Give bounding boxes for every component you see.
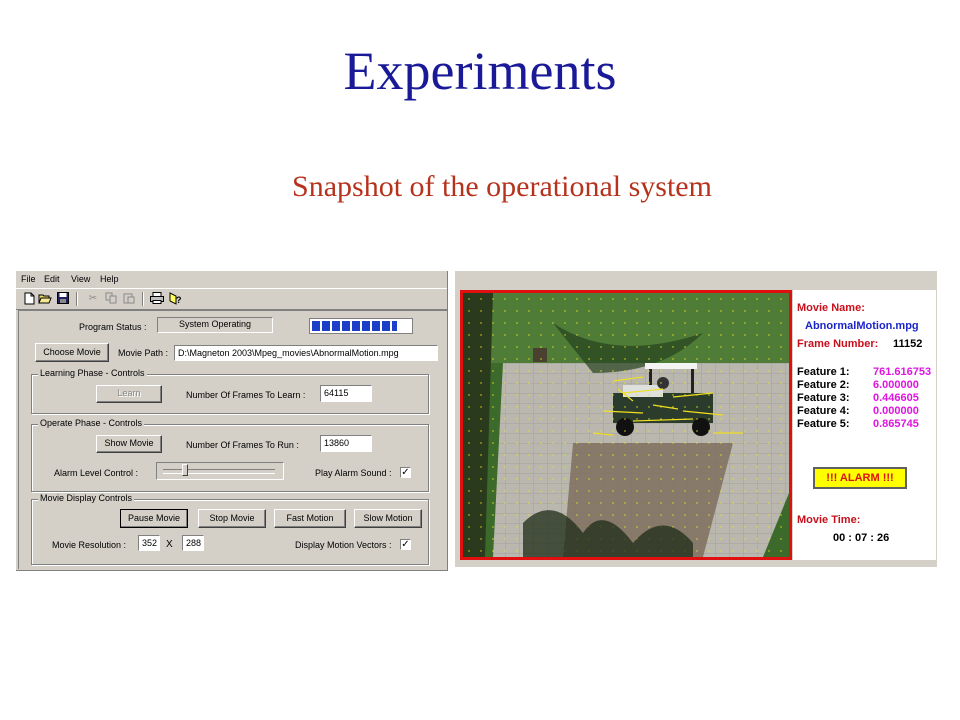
feature-5-value: 0.865745 (873, 418, 919, 430)
motion-vectors-label: Display Motion Vectors : (295, 540, 392, 550)
movie-time-label: Movie Time: (797, 514, 861, 526)
frame-number-label: Frame Number: (797, 338, 879, 350)
frame-number-value: 11152 (893, 338, 923, 350)
resolution-width-field[interactable]: 352 (138, 535, 160, 551)
toolbar-separator (142, 292, 144, 306)
feature-2-label: Feature 2: (797, 379, 850, 391)
movie-time-value: 00 : 07 : 26 (833, 532, 890, 544)
feature-4-label: Feature 4: (797, 405, 850, 417)
alarm-level-label: Alarm Level Control : (54, 468, 139, 478)
movie-name-value: AbnormalMotion.mpg (805, 320, 919, 332)
open-folder-icon[interactable] (38, 292, 52, 305)
movie-path-label: Movie Path : (118, 348, 169, 358)
frames-to-run-field[interactable]: 13860 (320, 435, 372, 452)
menu-help[interactable]: Help (100, 274, 119, 284)
slide-subtitle: Snapshot of the operational system (292, 170, 712, 203)
print-icon[interactable] (150, 292, 164, 305)
main-form: Program Status : System Operating Choose… (18, 310, 447, 569)
feature-5-label: Feature 5: (797, 418, 850, 430)
movie-display-title: Movie Display Controls (38, 493, 135, 503)
play-alarm-label: Play Alarm Sound : (315, 468, 392, 478)
frames-to-run-label: Number Of Frames To Run : (186, 440, 299, 450)
new-file-icon[interactable] (22, 292, 36, 305)
menu-file[interactable]: File (21, 274, 36, 284)
movie-display-group: Movie Display Controls Pause Movie Stop … (31, 493, 429, 565)
program-status-label: Program Status : (79, 322, 147, 332)
alarm-level-slider[interactable] (156, 462, 284, 480)
show-movie-button[interactable]: Show Movie (96, 435, 162, 453)
movie-name-label: Movie Name: (797, 302, 865, 314)
program-status-value: System Operating (157, 317, 273, 333)
learn-button[interactable]: Learn (96, 385, 162, 403)
feature-1-value: 761.616753 (873, 366, 932, 378)
resolution-height-field[interactable]: 288 (182, 535, 204, 551)
slide-title: Experiments (343, 41, 617, 101)
feature-4-value: 0.000000 (873, 405, 919, 417)
movie-resolution-label: Movie Resolution : (52, 540, 127, 550)
paste-icon[interactable] (122, 292, 136, 305)
svg-text:?: ? (176, 295, 181, 305)
progress-fill (312, 321, 397, 331)
help-icon[interactable]: ? (168, 292, 182, 305)
fast-motion-button[interactable]: Fast Motion (274, 509, 346, 528)
copy-icon[interactable] (104, 292, 118, 305)
menu-bar: File Edit View Help (16, 271, 447, 287)
progress-bar (309, 318, 413, 334)
resolution-times: X (166, 539, 173, 550)
toolbar: ✂ ? (16, 288, 447, 310)
learning-phase-title: Learning Phase - Controls (38, 368, 147, 378)
frames-to-learn-field[interactable]: 64115 (320, 385, 372, 402)
feature-2-value: 6.000000 (873, 379, 919, 391)
menu-view[interactable]: View (71, 274, 90, 284)
frames-to-learn-label: Number Of Frames To Learn : (186, 390, 306, 400)
control-application-window: File Edit View Help ✂ ? Program Status:… (16, 271, 448, 571)
pause-movie-button[interactable]: Pause Movie (120, 509, 188, 528)
movie-path-field[interactable]: D:\Magneton 2003\Mpeg_movies\AbnormalMot… (174, 345, 438, 361)
save-icon[interactable] (56, 292, 70, 305)
learning-phase-group: Learning Phase - Controls Learn Number O… (31, 368, 429, 414)
slider-track (163, 469, 275, 474)
alarm-indicator: !!! ALARM !!! (813, 467, 907, 489)
surveillance-video-image (463, 293, 789, 557)
stop-movie-button[interactable]: Stop Movie (198, 509, 266, 528)
menu-edit[interactable]: Edit (44, 274, 60, 284)
feature-1-label: Feature 1: (797, 366, 850, 378)
choose-movie-button[interactable]: Choose Movie (35, 343, 109, 362)
video-frame (460, 290, 792, 560)
motion-vectors-checkbox[interactable]: ✓ (400, 539, 411, 550)
feature-3-label: Feature 3: (797, 392, 850, 404)
slider-thumb[interactable] (182, 464, 188, 476)
feature-3-value: 0.446605 (873, 392, 919, 404)
slow-motion-button[interactable]: Slow Motion (354, 509, 422, 528)
operate-phase-group: Operate Phase - Controls Show Movie Numb… (31, 418, 429, 492)
stats-panel: Movie Name: AbnormalMotion.mpg Frame Num… (793, 290, 936, 560)
cut-icon[interactable]: ✂ (86, 292, 100, 305)
play-alarm-checkbox[interactable]: ✓ (400, 467, 411, 478)
surveillance-display-window: Movie Name: AbnormalMotion.mpg Frame Num… (455, 271, 937, 567)
toolbar-separator (76, 292, 78, 306)
operate-phase-title: Operate Phase - Controls (38, 418, 145, 428)
